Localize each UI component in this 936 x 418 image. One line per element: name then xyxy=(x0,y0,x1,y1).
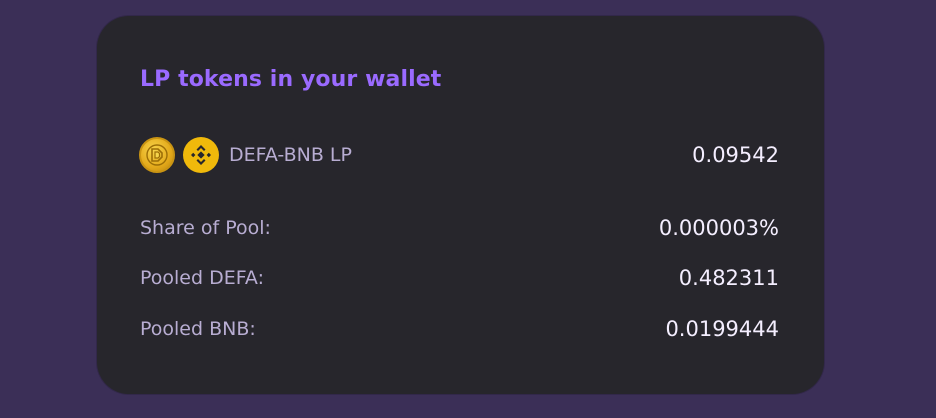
share-of-pool-value: 0.000003% xyxy=(658,216,779,240)
bnb-coin-icon xyxy=(183,137,219,173)
lp-token-amount: 0.09542 xyxy=(692,143,779,167)
lp-pair-label: DEFA-BNB LP xyxy=(229,144,352,166)
card-title: LP tokens in your wallet xyxy=(140,67,442,92)
pooled-defa-value: 0.482311 xyxy=(678,266,779,290)
pooled-bnb-row: Pooled BNB: 0.0199444 xyxy=(140,317,779,341)
pooled-defa-label: Pooled DEFA: xyxy=(140,267,264,289)
share-of-pool-row: Share of Pool: 0.000003% xyxy=(140,216,779,240)
lp-token-row: DEFA-BNB LP 0.09542 xyxy=(139,136,779,174)
share-of-pool-label: Share of Pool: xyxy=(140,217,271,239)
defa-coin-icon xyxy=(139,137,175,173)
pooled-bnb-label: Pooled BNB: xyxy=(140,318,256,340)
pooled-bnb-value: 0.0199444 xyxy=(665,317,779,341)
pooled-defa-row: Pooled DEFA: 0.482311 xyxy=(140,266,779,290)
lp-tokens-card: LP tokens in your wallet DEFA-BNB LP 0.0 xyxy=(97,16,824,394)
